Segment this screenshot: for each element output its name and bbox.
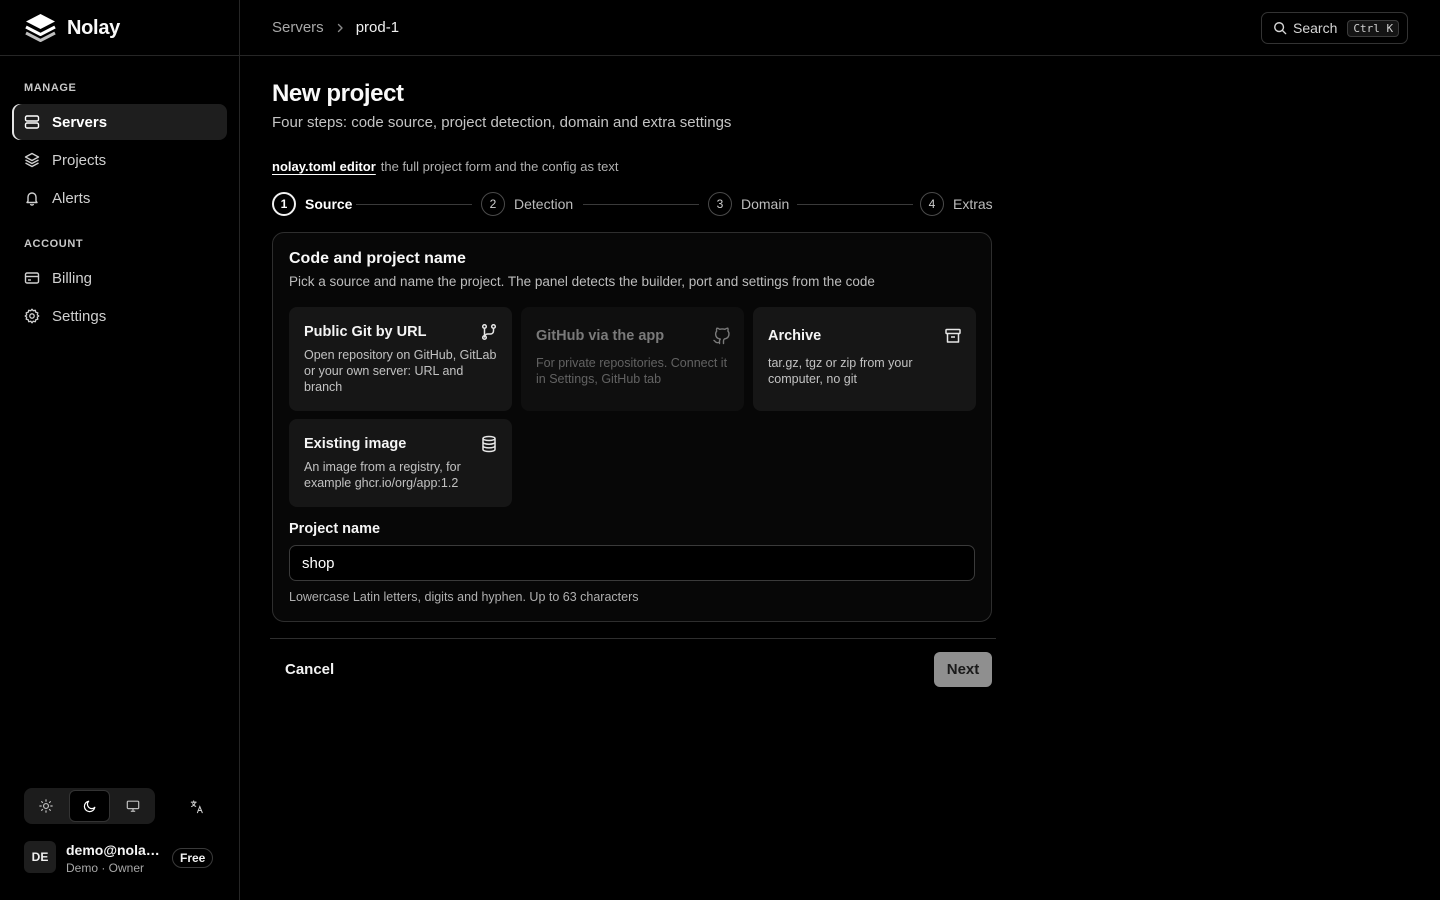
search-label: Search: [1293, 20, 1338, 36]
breadcrumb-current: prod-1: [355, 19, 400, 36]
option-description: tar.gz, tgz or zip from your computer, n…: [768, 356, 913, 386]
search-button[interactable]: Search Ctrl K: [1261, 12, 1408, 44]
search-icon: [1274, 22, 1287, 35]
sidebar-item-alerts[interactable]: Alerts: [12, 180, 227, 216]
option-description: An image from a registry, for example gh…: [304, 460, 461, 490]
step-label: Detection: [514, 196, 574, 212]
step-detection: 2 Detection: [481, 192, 573, 216]
git-branch-icon: [481, 323, 497, 341]
option-github-app: GitHub via the app For private repositor…: [521, 307, 744, 411]
option-description: Open repository on GitHub, GitLab or you…: [304, 348, 497, 394]
github-icon: [713, 327, 730, 345]
brand[interactable]: Nolay: [24, 12, 120, 44]
card-title: Code and project name: [289, 250, 466, 267]
step-number: 2: [481, 192, 505, 216]
editor-link-row: nolay.toml editor the full project form a…: [272, 159, 619, 174]
theme-switch: [24, 788, 155, 824]
next-button[interactable]: Next: [934, 652, 992, 687]
step-connector: [583, 204, 699, 205]
plan-badge: Free: [172, 848, 214, 868]
server-icon: [24, 115, 40, 129]
step-label: Extras: [953, 196, 993, 212]
step-number: 1: [272, 192, 296, 216]
user-role: Demo · Owner: [66, 861, 145, 875]
layers-icon: [24, 152, 40, 168]
translate-icon: [190, 800, 203, 814]
user-profile[interactable]: DE demo@nolay... Demo · Owner Free: [24, 840, 224, 876]
step-extras: 4 Extras: [920, 192, 993, 216]
option-title: Existing image: [304, 436, 407, 452]
sidebar-item-settings[interactable]: Settings: [12, 298, 227, 334]
stepper: 1 Source 2 Detection 3 Domain 4 Extras: [272, 192, 993, 216]
theme-system-button[interactable]: [112, 790, 153, 822]
option-public-git[interactable]: Public Git by URL Open repository on Git…: [289, 307, 512, 411]
app-name: Nolay: [67, 16, 120, 39]
step-source: 1 Source: [272, 192, 352, 216]
sidebar-item-label: Servers: [52, 113, 108, 131]
footer-divider: [270, 638, 996, 639]
step-connector: [797, 204, 913, 205]
section-label-account: ACCOUNT: [24, 238, 84, 250]
step-connector: [356, 204, 472, 205]
project-name-input[interactable]: [289, 545, 975, 581]
breadcrumb-servers[interactable]: Servers: [272, 19, 324, 36]
breadcrumb: Servers prod-1: [272, 19, 399, 36]
option-description: For private repositories. Connect it in …: [536, 356, 728, 386]
theme-dark-button[interactable]: [68, 790, 111, 822]
user-email: demo@nolay...: [66, 842, 162, 858]
credit-card-icon: [24, 272, 40, 284]
search-shortcut: Ctrl K: [1347, 19, 1400, 37]
chevron-right-icon: [337, 23, 343, 32]
sidebar-item-billing[interactable]: Billing: [12, 260, 227, 296]
project-name-label: Project name: [289, 521, 381, 537]
database-icon: [482, 435, 496, 453]
step-number: 3: [708, 192, 732, 216]
option-existing-image[interactable]: Existing image An image from a registry,…: [289, 419, 512, 507]
cancel-button[interactable]: Cancel: [285, 661, 334, 678]
page-subtitle: Four steps: code source, project detecti…: [272, 114, 732, 131]
sidebar-item-label: Alerts: [52, 189, 91, 207]
monitor-icon: [126, 800, 139, 812]
option-title: Public Git by URL: [304, 324, 427, 340]
sidebar-item-servers[interactable]: Servers: [12, 104, 227, 140]
sidebar-item-label: Projects: [52, 151, 107, 169]
sidebar: Nolay MANAGE Servers Projects Alerts ACC…: [0, 0, 240, 900]
step-label: Source: [305, 196, 353, 212]
page-title: New project: [272, 80, 404, 107]
bell-icon: [26, 192, 38, 206]
step-domain: 3 Domain: [708, 192, 789, 216]
sidebar-item-projects[interactable]: Projects: [12, 142, 227, 178]
card-description: Pick a source and name the project. The …: [289, 274, 875, 289]
sidebar-divider: [0, 55, 240, 56]
editor-link-description: the full project form and the config as …: [380, 159, 619, 174]
source-card: Code and project name Pick a source and …: [272, 232, 992, 622]
moon-icon: [83, 800, 95, 813]
option-title: Archive: [768, 328, 822, 344]
option-title: GitHub via the app: [536, 328, 665, 344]
option-archive[interactable]: Archive tar.gz, tgz or zip from your com…: [753, 307, 976, 411]
topbar: Servers prod-1 Search Ctrl K: [240, 0, 1440, 56]
avatar: DE: [24, 841, 56, 873]
archive-icon: [945, 328, 961, 343]
nolay-logo-icon: [25, 14, 56, 42]
section-label-manage: MANAGE: [24, 82, 77, 94]
theme-light-button[interactable]: [26, 790, 67, 822]
sidebar-item-label: Billing: [52, 269, 93, 287]
toml-editor-link[interactable]: nolay.toml editor: [272, 159, 376, 174]
sun-icon: [39, 799, 54, 813]
project-name-hint: Lowercase Latin letters, digits and hyph…: [289, 590, 639, 604]
step-label: Domain: [741, 196, 790, 212]
sidebar-item-label: Settings: [52, 307, 107, 325]
step-number: 4: [920, 192, 944, 216]
gear-icon: [24, 308, 40, 324]
language-button[interactable]: [184, 794, 210, 820]
